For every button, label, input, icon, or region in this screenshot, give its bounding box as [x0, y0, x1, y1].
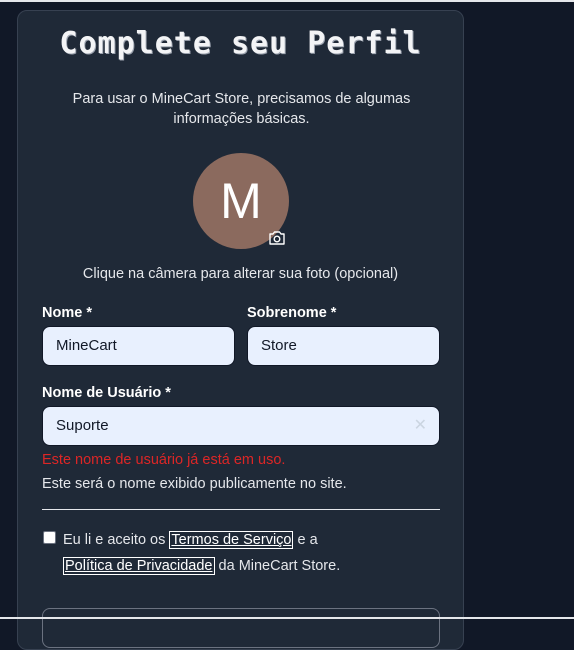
terms-prefix: Eu li e aceito os: [63, 532, 166, 548]
privacy-policy-link[interactable]: Política de Privacidade: [63, 557, 215, 575]
terms-text: Eu li e aceito os Termos de Serviço e a …: [63, 527, 443, 579]
page-title: Complete seu Perfil: [59, 26, 422, 61]
avatar-initial: M: [220, 173, 262, 229]
terms-suffix: da MineCart Store.: [218, 558, 341, 574]
username-error: Este nome de usuário já está em uso.: [42, 452, 286, 468]
username-label: Nome de Usuário *: [42, 385, 171, 401]
first-name-label: Nome *: [42, 305, 92, 321]
divider: [42, 509, 440, 510]
terms-middle: e a: [297, 532, 318, 548]
terms-of-service-link[interactable]: Termos de Serviço: [169, 531, 294, 549]
username-input[interactable]: Suporte ✕: [42, 406, 440, 446]
username-help: Este será o nome exibido publicamente no…: [42, 476, 347, 492]
profile-card: Complete seu Perfil Para usar o MineCart…: [17, 10, 464, 650]
submit-button[interactable]: [42, 608, 440, 648]
top-border: [0, 0, 574, 2]
last-name-label: Sobrenome *: [247, 305, 337, 321]
last-name-value: Store: [261, 337, 297, 354]
camera-icon[interactable]: [268, 230, 286, 246]
username-value: Suporte: [56, 417, 109, 434]
last-name-input[interactable]: Store: [247, 326, 440, 366]
camera-hint: Clique na câmera para alterar sua foto (…: [82, 266, 399, 282]
terms-checkbox[interactable]: [43, 531, 56, 544]
clear-icon[interactable]: ✕: [414, 407, 427, 445]
first-name-input[interactable]: MineCart: [42, 326, 235, 366]
bottom-border: [0, 617, 574, 619]
page-subtitle: Para usar o MineCart Store, precisamos d…: [72, 91, 411, 127]
first-name-value: MineCart: [56, 337, 117, 354]
